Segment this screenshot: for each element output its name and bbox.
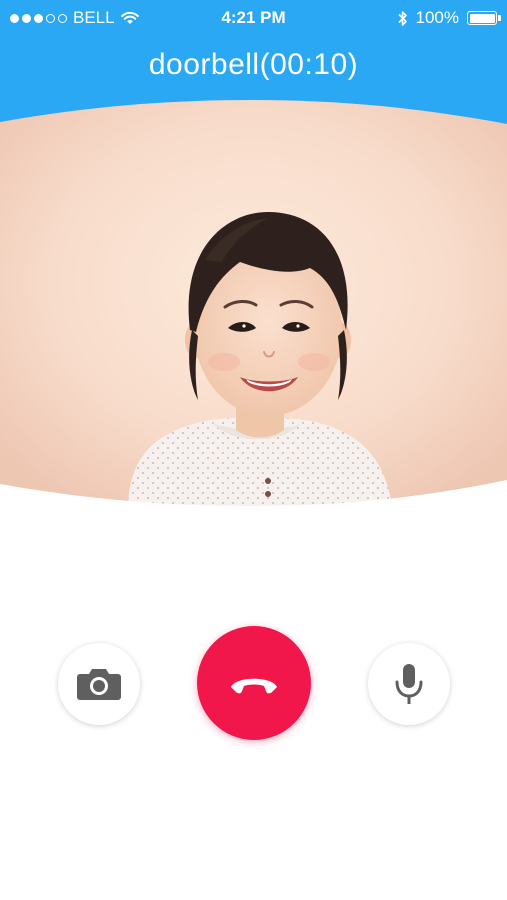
call-title: doorbell(00:10) [148,48,359,81]
bluetooth-icon [397,10,407,26]
status-right: 100% [397,8,501,28]
microphone-icon [395,664,423,704]
camera-icon [77,669,121,700]
video-bottom-curve [0,480,507,530]
call-screen: BELL 4:21 PM 100% doorbell(00:10) [0,0,507,900]
status-bar: BELL 4:21 PM 100% [0,0,507,34]
battery-percent: 100% [415,8,459,27]
call-controls [0,626,507,742]
snapshot-button[interactable] [58,643,140,725]
hangup-button[interactable] [197,626,311,740]
video-frame [0,100,507,506]
phone-hangup-icon [231,678,277,694]
battery-icon [467,11,501,25]
video-feed [0,100,507,506]
microphone-button[interactable] [368,643,450,725]
